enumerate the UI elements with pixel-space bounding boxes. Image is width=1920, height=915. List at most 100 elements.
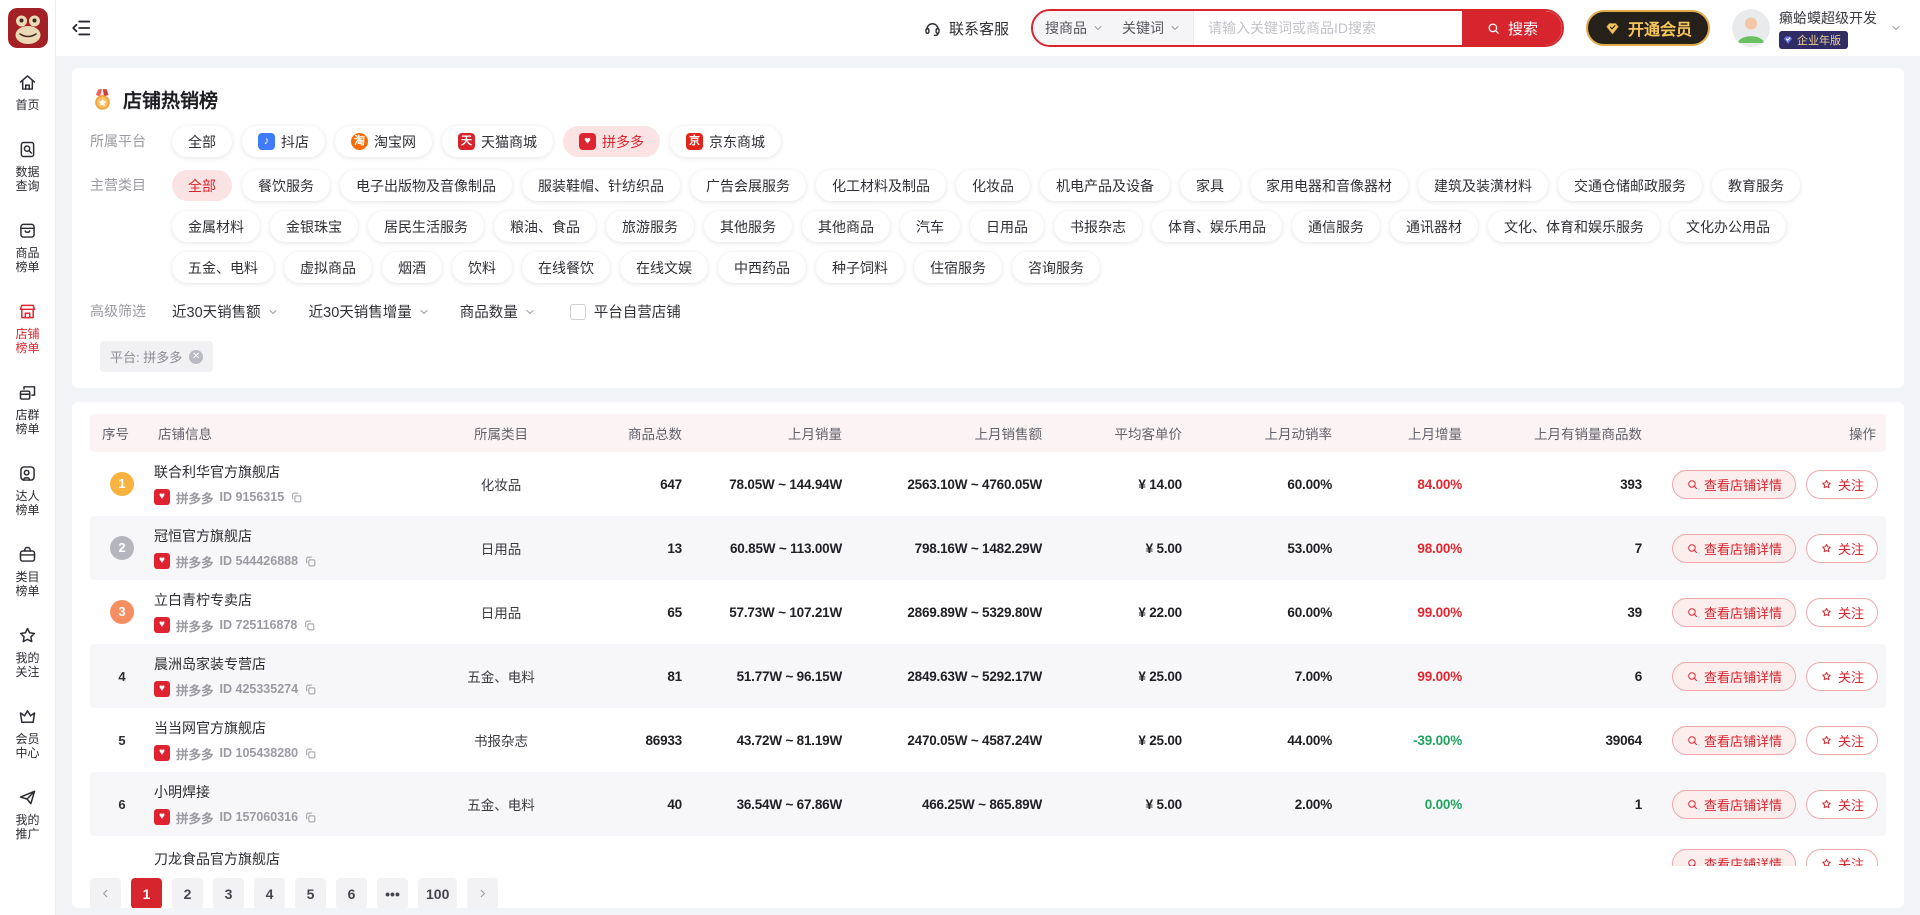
page-number-button[interactable]: 5 — [295, 878, 326, 908]
category-pill[interactable]: 建筑及装潢材料 — [1418, 170, 1548, 201]
sidebar-item-shop-rank[interactable]: 店铺榜单 — [15, 301, 41, 355]
category-pill[interactable]: 汽车 — [900, 211, 960, 242]
follow-shop-button[interactable]: 关注 — [1806, 849, 1878, 866]
sidebar-item-home[interactable]: 首页 — [15, 72, 41, 112]
search-scope-keyword-dropdown[interactable]: 关键词 — [1122, 18, 1181, 38]
page-number-button[interactable]: 1 — [131, 878, 162, 908]
category-pill[interactable]: 家用电器和音像器材 — [1250, 170, 1408, 201]
app-logo[interactable] — [8, 8, 48, 48]
category-pill[interactable]: 五金、电料 — [172, 252, 274, 283]
category-pill[interactable]: 家具 — [1180, 170, 1240, 201]
shop-name-link[interactable]: 当当网官方旗舰店 — [154, 718, 436, 738]
next-page-button[interactable] — [467, 878, 498, 908]
category-pill[interactable]: 饮料 — [452, 252, 512, 283]
follow-shop-button[interactable]: 关注 — [1806, 598, 1878, 627]
category-pill[interactable]: 文化办公用品 — [1670, 211, 1786, 242]
follow-shop-button[interactable]: 关注 — [1806, 726, 1878, 755]
category-pill[interactable]: 教育服务 — [1712, 170, 1800, 201]
advanced-filter-dropdown[interactable]: 近30天销售增量 — [309, 301, 430, 322]
self-operated-checkbox[interactable] — [570, 304, 586, 320]
category-pill[interactable]: 旅游服务 — [606, 211, 694, 242]
sidebar-item-product-rank[interactable]: 商品榜单 — [15, 220, 41, 274]
follow-shop-button[interactable]: 关注 — [1806, 470, 1878, 499]
sidebar-item-my-follows[interactable]: 我的关注 — [15, 625, 41, 679]
category-pill[interactable]: 广告会展服务 — [690, 170, 806, 201]
shop-name-link[interactable]: 立白青柠专卖店 — [154, 590, 436, 610]
tag-close-icon[interactable]: ✕ — [189, 350, 203, 364]
category-pill[interactable]: 文化、体育和娱乐服务 — [1488, 211, 1660, 242]
category-pill[interactable]: 体育、娱乐用品 — [1152, 211, 1282, 242]
view-shop-detail-button[interactable]: 查看店铺详情 — [1672, 534, 1796, 563]
category-pill[interactable]: 金银珠宝 — [270, 211, 358, 242]
category-pill[interactable]: 交通仓储邮政服务 — [1558, 170, 1702, 201]
category-pill[interactable]: 日用品 — [970, 211, 1044, 242]
page-number-button[interactable]: 2 — [172, 878, 203, 908]
shop-name-link[interactable]: 冠恒官方旗舰店 — [154, 526, 436, 546]
category-pill[interactable]: 化妆品 — [956, 170, 1030, 201]
copy-id-button[interactable] — [304, 683, 317, 696]
category-pill[interactable]: 烟酒 — [382, 252, 442, 283]
shop-name-link[interactable]: 小明焊接 — [154, 782, 436, 802]
view-shop-detail-button[interactable]: 查看店铺详情 — [1672, 598, 1796, 627]
category-pill[interactable]: 在线餐饮 — [522, 252, 610, 283]
category-pill[interactable]: 粮油、食品 — [494, 211, 596, 242]
self-operated-checkbox-wrap[interactable]: 平台自营店铺 — [570, 301, 681, 322]
copy-id-button[interactable] — [290, 491, 303, 504]
category-pill[interactable]: 机电产品及设备 — [1040, 170, 1170, 201]
category-pill[interactable]: 全部 — [172, 170, 232, 201]
sidebar-item-data-query[interactable]: 数据查询 — [15, 139, 41, 193]
sidebar-item-my-promotion[interactable]: 我的推广 — [15, 787, 41, 841]
open-membership-button[interactable]: 开通会员 — [1586, 10, 1710, 46]
platform-pill[interactable]: 淘 淘宝网 — [335, 126, 432, 157]
page-number-button[interactable]: 6 — [336, 878, 367, 908]
follow-shop-button[interactable]: 关注 — [1806, 662, 1878, 691]
category-pill[interactable]: 虚拟商品 — [284, 252, 372, 283]
search-button[interactable]: 搜索 — [1462, 11, 1562, 45]
contact-support-button[interactable]: 联系客服 — [923, 18, 1009, 39]
page-number-button[interactable]: 4 — [254, 878, 285, 908]
shop-name-link[interactable]: 晨洲岛家装专营店 — [154, 654, 436, 674]
page-number-button[interactable]: 100 — [418, 878, 457, 908]
advanced-filter-dropdown[interactable]: 近30天销售额 — [172, 301, 279, 322]
category-pill[interactable]: 金属材料 — [172, 211, 260, 242]
copy-id-button[interactable] — [304, 747, 317, 760]
view-shop-detail-button[interactable]: 查看店铺详情 — [1672, 470, 1796, 499]
page-number-button[interactable]: ••• — [377, 878, 408, 908]
sidebar-item-influencer-rank[interactable]: 达人榜单 — [15, 463, 41, 517]
category-pill[interactable]: 化工材料及制品 — [816, 170, 946, 201]
category-pill[interactable]: 餐饮服务 — [242, 170, 330, 201]
platform-pill[interactable]: ♥ 拼多多 — [563, 126, 660, 157]
shop-name-link[interactable]: 联合利华官方旗舰店 — [154, 462, 436, 482]
category-pill[interactable]: 电子出版物及音像制品 — [340, 170, 512, 201]
copy-id-button[interactable] — [303, 619, 316, 632]
page-number-button[interactable]: 3 — [213, 878, 244, 908]
category-pill[interactable]: 通讯器材 — [1390, 211, 1478, 242]
copy-id-button[interactable] — [304, 555, 317, 568]
category-pill[interactable]: 中西药品 — [718, 252, 806, 283]
follow-shop-button[interactable]: 关注 — [1806, 790, 1878, 819]
view-shop-detail-button[interactable]: 查看店铺详情 — [1672, 790, 1796, 819]
sidebar-collapse-button[interactable] — [70, 17, 92, 39]
category-pill[interactable]: 居民生活服务 — [368, 211, 484, 242]
view-shop-detail-button[interactable]: 查看店铺详情 — [1672, 849, 1796, 866]
category-pill[interactable]: 服装鞋帽、针纺织品 — [522, 170, 680, 201]
category-pill[interactable]: 其他服务 — [704, 211, 792, 242]
follow-shop-button[interactable]: 关注 — [1806, 534, 1878, 563]
view-shop-detail-button[interactable]: 查看店铺详情 — [1672, 662, 1796, 691]
platform-pill[interactable]: 全部 — [172, 126, 232, 157]
view-shop-detail-button[interactable]: 查看店铺详情 — [1672, 726, 1796, 755]
category-pill[interactable]: 其他商品 — [802, 211, 890, 242]
category-pill[interactable]: 在线文娱 — [620, 252, 708, 283]
search-input[interactable] — [1194, 20, 1462, 36]
category-pill[interactable]: 书报杂志 — [1054, 211, 1142, 242]
advanced-filter-dropdown[interactable]: 商品数量 — [460, 301, 536, 322]
platform-pill[interactable]: 京 京东商城 — [670, 126, 781, 157]
search-scope-product-dropdown[interactable]: 搜商品 — [1045, 18, 1104, 38]
category-pill[interactable]: 住宿服务 — [914, 252, 1002, 283]
platform-pill[interactable]: ♪ 抖店 — [242, 126, 325, 157]
platform-pill[interactable]: 天 天猫商城 — [442, 126, 553, 157]
sidebar-item-category-rank[interactable]: 类目榜单 — [15, 544, 41, 598]
prev-page-button[interactable] — [90, 878, 121, 908]
sidebar-item-member-center[interactable]: 会员中心 — [15, 706, 41, 760]
sidebar-item-shop-group-rank[interactable]: 店群榜单 — [15, 382, 41, 436]
